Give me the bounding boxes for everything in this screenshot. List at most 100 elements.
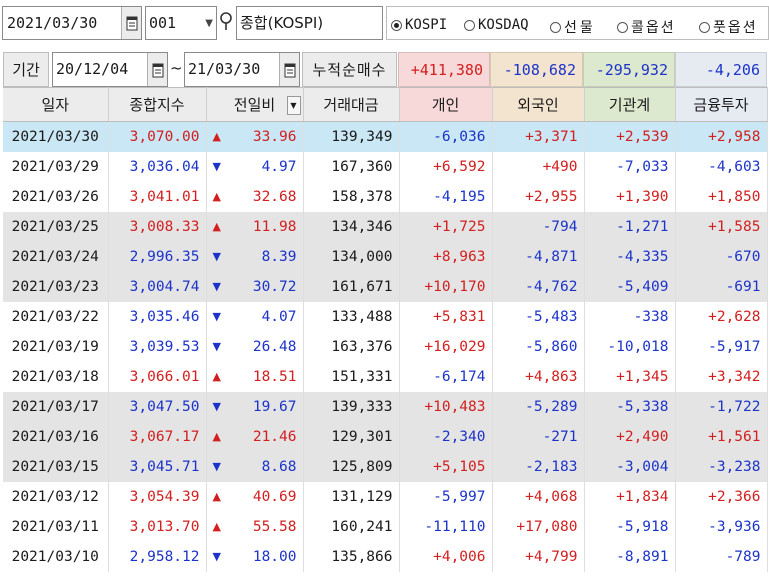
header-institution[interactable]: 기관계 [584,87,676,122]
table-row[interactable]: 2021/03/30 3,070.00 ▲ 33.96 139,349 -6,036 +3,… [3,121,768,152]
down-triangle-icon: ▼ [212,339,221,353]
cell-individual: +6,592 [399,151,493,182]
table-row[interactable]: 2021/03/15 3,045.71 ▼ 8.68 125,809 +5,105 -2,1… [3,451,768,482]
cell-foreign: +17,080 [492,511,585,542]
up-triangle-icon: ▲ [212,189,221,203]
calendar-icon[interactable] [121,7,141,39]
cell-volume: 134,346 [303,211,400,242]
header-finance[interactable]: 금융투자 [675,87,768,122]
cell-date: 2021/03/15 [3,451,109,482]
cum-individual: +411,380 [398,52,490,87]
table-row[interactable]: 2021/03/24 2,996.35 ▼ 8.39 134,000 +8,963 -4,8… [3,241,768,272]
cell-date: 2021/03/30 [3,121,109,152]
table-row[interactable]: 2021/03/11 3,013.70 ▲ 55.58 160,241 -11,110 +1… [3,511,768,542]
cell-individual: +8,963 [399,241,493,272]
table-row[interactable]: 2021/03/26 3,041.01 ▲ 32.68 158,378 -4,195 +2,… [3,181,768,212]
up-triangle-icon: ▲ [212,130,221,143]
header-individual[interactable]: 개인 [399,87,493,122]
code-value: 001 [149,14,177,32]
header-volume[interactable]: 거래대금 [303,87,400,122]
cell-volume: 133,488 [303,301,400,332]
radio-kosdaq[interactable]: KOSDAQ [464,17,529,33]
table-row[interactable]: 2021/03/17 3,047.50 ▼ 19.67 139,333 +10,483 -5… [3,391,768,422]
cell-date: 2021/03/24 [3,241,109,272]
calendar-icon[interactable] [279,53,299,86]
cell-institution: -8,891 [584,541,676,572]
cell-institution: -3,004 [584,451,676,482]
cell-foreign: -5,860 [492,331,585,362]
cell-individual: -6,174 [399,361,493,392]
cell-finance: +2,958 [675,121,768,152]
change-value: 19.67 [252,398,297,415]
cell-individual: -6,036 [399,121,493,152]
header-change[interactable]: 전일비 ▼ [206,87,304,122]
table-row[interactable]: 2021/03/16 3,067.17 ▲ 21.46 129,301 -2,340 -27… [3,421,768,452]
name-field[interactable]: 종합(KOSPI) [236,6,383,40]
cell-volume: 125,809 [303,451,400,482]
cell-institution: -10,018 [584,331,676,362]
cell-foreign: -5,483 [492,301,585,332]
from-date-field[interactable]: 20/12/04 [52,52,168,87]
cell-individual: +10,170 [399,271,493,302]
dropdown-arrow-icon[interactable]: ▼ [205,18,213,29]
cell-index: 3,067.17 [108,421,207,452]
table-row[interactable]: 2021/03/19 3,039.53 ▼ 26.48 163,376 +16,029 -5… [3,331,768,362]
cell-volume: 158,378 [303,181,400,212]
code-select[interactable]: 001 ▼ [145,6,217,40]
table-row[interactable]: 2021/03/18 3,066.01 ▲ 18.51 151,331 -6,174 +4,… [3,361,768,392]
to-date-field[interactable]: 21/03/30 [184,52,300,87]
radio-dot [464,19,475,31]
cell-foreign: -4,762 [492,271,585,302]
cell-date: 2021/03/18 [3,361,109,392]
cell-foreign: -794 [492,211,585,242]
cell-change: ▼ 26.48 [206,331,304,362]
cell-change: ▲ 18.51 [206,361,304,392]
cell-date: 2021/03/11 [3,511,109,542]
cell-institution: -5,338 [584,391,676,422]
cell-finance: -670 [675,241,768,272]
header-index[interactable]: 종합지수 [108,87,207,122]
calendar-icon[interactable] [147,53,167,86]
cell-individual: -4,195 [399,181,493,212]
change-value: 4.07 [261,308,297,325]
cell-index: 3,004.74 [108,271,207,302]
cell-finance: +3,342 [675,361,768,392]
header-date[interactable]: 일자 [3,87,109,122]
cell-finance: +1,585 [675,211,768,242]
cell-change: ▼ 4.07 [206,301,304,332]
radio-futures[interactable]: 선물 [550,17,596,37]
table-row[interactable]: 2021/03/10 2,958.12 ▼ 18.00 135,866 +4,006 +4,… [3,541,768,572]
cell-date: 2021/03/26 [3,181,109,212]
change-value: 40.69 [252,488,297,505]
cell-institution: -5,918 [584,511,676,542]
cell-index: 2,996.35 [108,241,207,272]
down-triangle-icon: ▼ [212,399,221,413]
cell-date: 2021/03/19 [3,331,109,362]
table-row[interactable]: 2021/03/29 3,036.04 ▼ 4.97 167,360 +6,592 +490… [3,151,768,182]
radio-kospi[interactable]: KOSPI [391,17,447,33]
radio-put-option[interactable]: 풋옵션 [699,17,758,37]
table-row[interactable]: 2021/03/25 3,008.33 ▲ 11.98 134,346 +1,725 -79… [3,211,768,242]
radio-call-option[interactable]: 콜옵션 [617,17,676,37]
cell-date: 2021/03/12 [3,481,109,512]
header-foreign[interactable]: 외국인 [492,87,585,122]
down-triangle-icon: ▼ [212,549,221,563]
cell-institution: -5,409 [584,271,676,302]
search-icon[interactable] [218,10,234,32]
cell-volume: 160,241 [303,511,400,542]
cell-volume: 151,331 [303,361,400,392]
to-date-value: 21/03/30 [188,60,261,78]
cell-foreign: +2,955 [492,181,585,212]
date-picker[interactable]: 2021/03/30 [2,6,142,40]
table-row[interactable]: 2021/03/22 3,035.46 ▼ 4.07 133,488 +5,831 -5,4… [3,301,768,332]
sort-dropdown-icon[interactable]: ▼ [286,96,301,115]
table-row[interactable]: 2021/03/12 3,054.39 ▲ 40.69 131,129 -5,997 +4,… [3,481,768,512]
change-value: 4.97 [261,158,297,175]
up-triangle-icon: ▲ [212,369,221,383]
table-row[interactable]: 2021/03/23 3,004.74 ▼ 30.72 161,671 +10,170 -4… [3,271,768,302]
cell-finance: -691 [675,271,768,302]
cell-institution: -1,271 [584,211,676,242]
radio-dot [391,19,402,31]
cell-change: ▼ 8.68 [206,451,304,482]
cell-finance: +2,366 [675,481,768,512]
